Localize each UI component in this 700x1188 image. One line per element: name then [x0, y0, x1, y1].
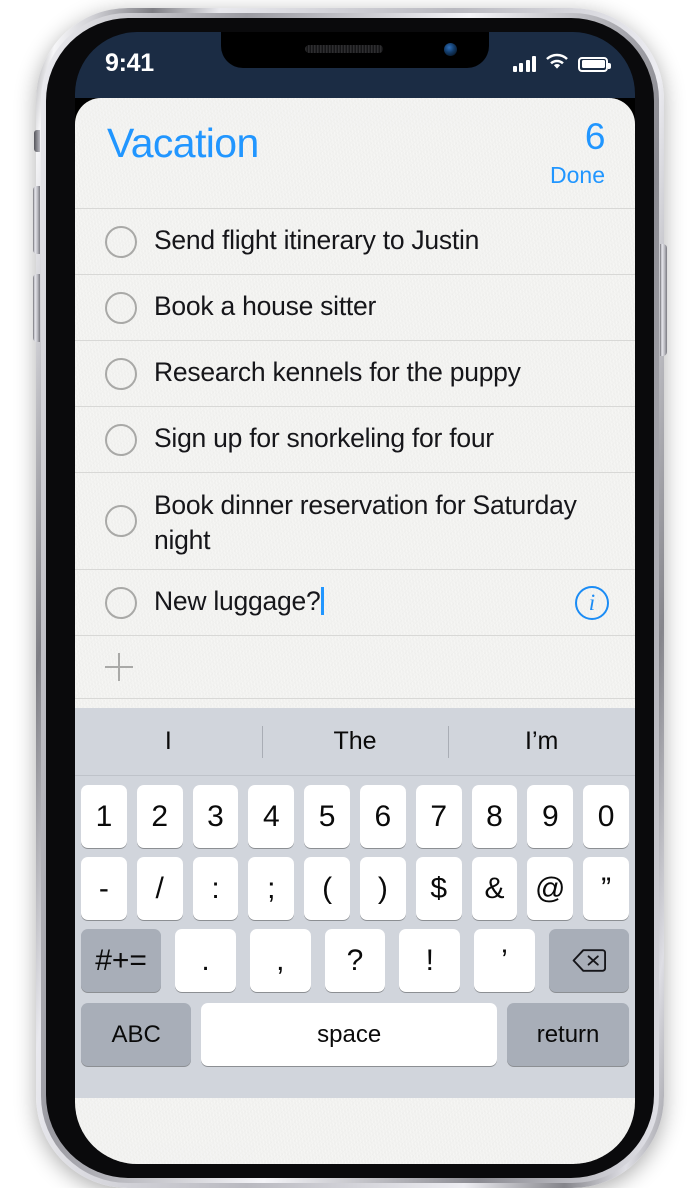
- key-paren-open[interactable]: (: [304, 857, 350, 920]
- key-space[interactable]: space: [201, 1003, 498, 1066]
- battery-full-icon: [578, 56, 611, 72]
- status-bar-clock: 9:41: [105, 49, 154, 77]
- key-at[interactable]: @: [527, 857, 574, 920]
- key-quote-double[interactable]: ”: [583, 857, 629, 920]
- reminder-row[interactable]: Sign up for snorkeling for four: [75, 406, 635, 472]
- key-2[interactable]: 2: [136, 785, 183, 848]
- key-hyphen[interactable]: -: [81, 857, 127, 920]
- reminder-checkbox[interactable]: [105, 226, 137, 258]
- reminders-header: Vacation 6 Done: [75, 98, 635, 208]
- key-comma[interactable]: ,: [249, 929, 311, 992]
- key-0[interactable]: 0: [583, 785, 629, 848]
- key-9[interactable]: 9: [527, 785, 574, 848]
- status-bar-indicators: [512, 53, 611, 75]
- key-3[interactable]: 3: [192, 785, 239, 848]
- earpiece-speaker-icon: [305, 45, 384, 53]
- reminder-checkbox[interactable]: [105, 292, 137, 324]
- delete-backward-icon[interactable]: [548, 929, 630, 992]
- page-title: Vacation: [107, 120, 259, 166]
- volume-down-button[interactable]: [33, 274, 40, 342]
- key-6[interactable]: 6: [360, 785, 406, 848]
- prediction-candidate[interactable]: The: [262, 727, 449, 756]
- reminder-checkbox[interactable]: [105, 424, 137, 456]
- reminder-checkbox[interactable]: [105, 358, 137, 390]
- keyboard-row-numbers: 1 2 3 4 5 6 7 8 9 0: [75, 785, 635, 848]
- key-dollar[interactable]: $: [415, 857, 462, 920]
- reminder-row[interactable]: Send flight itinerary to Justin: [75, 208, 635, 274]
- key-8[interactable]: 8: [471, 785, 518, 848]
- key-4[interactable]: 4: [248, 785, 295, 848]
- reminder-checkbox[interactable]: [105, 587, 137, 619]
- keyboard-row-bottom: ABC space return: [75, 1003, 635, 1066]
- keyboard-row-punctuation: #+= . , ? ! ’: [75, 929, 635, 992]
- key-1[interactable]: 1: [81, 785, 127, 848]
- reminders-list: Send flight itinerary to Justin Book a h…: [75, 208, 635, 699]
- plus-icon: [105, 653, 133, 681]
- key-5[interactable]: 5: [304, 785, 350, 848]
- key-period[interactable]: .: [175, 929, 236, 992]
- key-ampersand[interactable]: &: [471, 857, 518, 920]
- add-reminder-row[interactable]: [75, 635, 635, 699]
- keyboard-row-symbols: - / : ; ( ) $ & @ ”: [75, 857, 635, 920]
- ringer-switch-button[interactable]: [34, 130, 40, 152]
- reminder-row-editing[interactable]: New luggage? i: [75, 569, 635, 635]
- side-power-button[interactable]: [660, 244, 667, 356]
- key-semicolon[interactable]: ;: [248, 857, 295, 920]
- key-colon[interactable]: :: [192, 857, 239, 920]
- phone-frame: 9:41 Vacation 6 Done Send flight itinera…: [33, 8, 667, 1188]
- info-icon[interactable]: i: [575, 586, 609, 620]
- wifi-icon: [545, 53, 569, 75]
- key-7[interactable]: 7: [415, 785, 462, 848]
- reminder-text[interactable]: Research kennels for the puppy: [154, 355, 609, 390]
- reminder-row[interactable]: Book dinner reservation for Saturday nig…: [75, 472, 635, 569]
- reminder-text[interactable]: Sign up for snorkeling for four: [154, 421, 609, 456]
- cellular-signal-icon: [512, 56, 536, 72]
- key-apostrophe[interactable]: ’: [474, 929, 535, 992]
- prediction-candidate[interactable]: I’m: [448, 727, 635, 756]
- key-return[interactable]: return: [507, 1003, 629, 1066]
- delete-backward-glyph: [572, 949, 606, 972]
- front-camera-icon: [444, 43, 457, 56]
- reminder-row[interactable]: Book a house sitter: [75, 274, 635, 340]
- reminder-text-editing[interactable]: New luggage?: [154, 584, 575, 619]
- on-screen-keyboard: I The I’m 1 2 3 4 5 6 7 8 9 0 - / : ; (…: [75, 708, 635, 1098]
- reminder-text[interactable]: Send flight itinerary to Justin: [154, 223, 609, 258]
- key-exclamation[interactable]: !: [399, 929, 461, 992]
- screen-notch: [221, 32, 489, 68]
- done-button[interactable]: Done: [550, 162, 605, 189]
- key-abc-switch[interactable]: ABC: [81, 1003, 192, 1066]
- reminder-text[interactable]: Book dinner reservation for Saturday nig…: [154, 488, 609, 558]
- predictive-text-bar: I The I’m: [75, 708, 635, 776]
- key-paren-close[interactable]: ): [360, 857, 406, 920]
- reminder-text-value: New luggage?: [154, 586, 321, 616]
- phone-screen: 9:41 Vacation 6 Done Send flight itinera…: [75, 32, 635, 1164]
- reminder-text[interactable]: Book a house sitter: [154, 289, 609, 324]
- reminder-row[interactable]: Research kennels for the puppy: [75, 340, 635, 406]
- prediction-candidate[interactable]: I: [75, 727, 262, 756]
- reminder-count: 6: [584, 116, 606, 157]
- key-slash[interactable]: /: [136, 857, 183, 920]
- text-cursor: [321, 587, 325, 615]
- volume-up-button[interactable]: [33, 186, 40, 254]
- key-symbols-shift[interactable]: #+=: [81, 929, 162, 992]
- reminder-checkbox[interactable]: [105, 505, 137, 537]
- key-question[interactable]: ?: [324, 929, 386, 992]
